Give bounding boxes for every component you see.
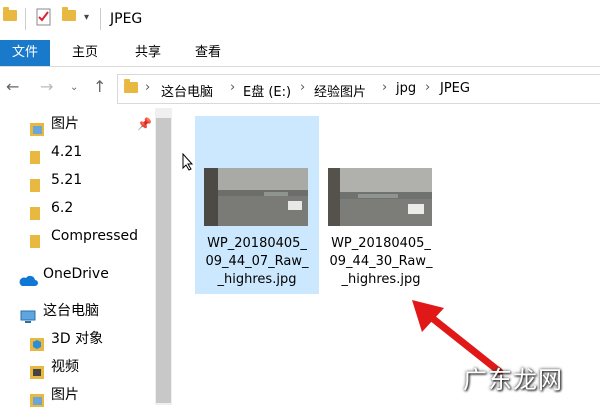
tab-view[interactable]: 查看 [185,40,231,66]
breadcrumb-separator-icon[interactable]: › [382,80,387,95]
sidebar-item-videos[interactable]: 视频 [0,353,150,381]
breadcrumb-separator-icon[interactable]: › [230,80,235,95]
customize-toolbar-chevron-icon[interactable]: ▾ [84,12,89,23]
forward-arrow-icon[interactable]: → [40,77,53,96]
file-name: WP_20180405_ 09_44_07_Raw_ _highres.jpg [195,235,319,289]
navigation-bar: ← → ⌄ ↑ › 这台电脑 › E盘 (E:) › 经验图片 › jpg › … [0,67,600,107]
file-name-line: _highres.jpg [217,272,297,287]
folder-icon [30,230,40,258]
sidebar-item-label: 6.2 [51,200,74,216]
window-title: JPEG [110,11,143,27]
watermark: 广东龙网 [463,366,563,394]
sidebar-item-label: OneDrive [43,266,109,282]
sidebar-item-label: 这台电脑 [43,303,99,319]
sidebar-item-6-2[interactable]: 6.2 [0,194,150,222]
sidebar-item-label: 4.21 [51,144,83,160]
mouse-cursor-icon [182,152,194,175]
file-name-line: _highres.jpg [341,272,421,287]
breadcrumb-drive-e[interactable]: E盘 (E:) [243,81,291,100]
back-arrow-icon[interactable]: ← [6,77,19,96]
breadcrumb-jpeg[interactable]: JPEG [440,81,470,96]
onedrive-icon [18,269,38,297]
sidebar-item-label: 3D 对象 [51,331,104,347]
recent-locations-chevron-icon[interactable]: ⌄ [70,82,78,93]
breadcrumb-separator-icon[interactable]: › [145,80,150,95]
breadcrumb-separator-icon[interactable]: › [300,80,305,95]
sidebar-item-3d-objects[interactable]: 3D 对象 [0,325,150,353]
breadcrumb-experience-images[interactable]: 经验图片 [314,81,366,100]
file-name-line: WP_20180405_ [207,236,307,251]
sidebar-item-label: Compressed [51,228,139,244]
folder-icon [124,79,138,93]
file-name-line: 09_44_30_Raw_ [329,254,433,269]
up-arrow-icon[interactable]: ↑ [93,77,106,96]
file-name-line: WP_20180405_ [331,236,431,251]
divider [100,8,101,30]
tab-file[interactable]: 文件 [0,40,50,66]
new-folder-icon[interactable] [62,7,76,21]
file-name-line: 09_44_07_Raw_ [205,254,309,269]
image-thumbnail [328,168,432,226]
file-item[interactable]: WP_20180405_ 09_44_30_Raw_ _highres.jpg [319,116,443,294]
pictures-folder-icon [30,389,44,417]
title-bar: ▾ JPEG [0,0,600,40]
file-item[interactable]: WP_20180405_ 09_44_07_Raw_ _highres.jpg [195,116,319,294]
pin-icon[interactable]: 📌 [137,110,152,138]
divider [25,8,26,30]
sidebar-item-onedrive[interactable]: OneDrive [0,260,150,288]
folder-icon [3,7,17,21]
navigation-pane: 图片 📌 4.21 5.21 6.2 Compressed OneDrive 这… [0,108,156,407]
tab-share[interactable]: 共享 [125,40,171,66]
sidebar-item-5-21[interactable]: 5.21 [0,166,150,194]
properties-icon[interactable] [36,8,52,30]
image-thumbnail [204,168,308,226]
ribbon: 文件 主页 共享 查看 [0,40,600,67]
scrollbar-thumb[interactable] [156,118,171,403]
breadcrumb-this-pc[interactable]: 这台电脑 [161,81,213,100]
navigation-pane-scrollbar[interactable] [155,108,172,405]
sidebar-item-label: 视频 [51,359,79,375]
sidebar-item-compressed[interactable]: Compressed [0,222,150,250]
sidebar-item-4-21[interactable]: 4.21 [0,138,150,166]
sidebar-item-pictures-quick[interactable]: 图片 📌 [0,110,152,138]
file-name: WP_20180405_ 09_44_30_Raw_ _highres.jpg [319,235,443,289]
breadcrumb-separator-icon[interactable]: › [425,80,430,95]
breadcrumb-jpg[interactable]: jpg [396,81,416,96]
sidebar-item-label: 图片 [51,116,79,132]
sidebar-item-this-pc[interactable]: 这台电脑 [0,297,150,325]
tab-home[interactable]: 主页 [62,40,108,66]
sidebar-item-label: 5.21 [51,172,83,188]
address-bar[interactable]: › 这台电脑 › E盘 (E:) › 经验图片 › jpg › JPEG [117,74,600,104]
